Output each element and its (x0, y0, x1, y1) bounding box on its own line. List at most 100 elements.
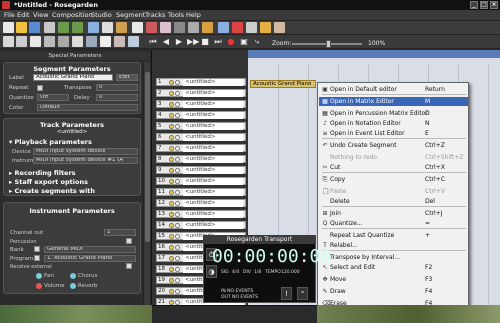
menu-item-select-and-edit[interactable]: ↖ Select and Edit F2 (319, 263, 468, 272)
track-row[interactable]: 4 <untitled> (156, 111, 246, 119)
recording-filters-section[interactable]: ▸ Recording filters (9, 169, 76, 177)
folder-tool-icon[interactable] (260, 22, 271, 33)
track-row[interactable]: 1 <untitled> (156, 78, 246, 86)
split-tool-icon[interactable] (202, 22, 213, 33)
delay-dropdown[interactable]: 0 (96, 94, 138, 101)
segment-icon[interactable] (114, 36, 125, 47)
menu-view[interactable]: View (33, 10, 48, 21)
draw-tool-icon[interactable] (146, 22, 157, 33)
track-name-label[interactable]: <untitled> (183, 101, 243, 108)
track-row[interactable]: 7 <untitled> (156, 144, 246, 152)
track-name-label[interactable]: <untitled> (183, 79, 243, 86)
segment-block[interactable]: Acoustic Grand Piano (250, 80, 316, 88)
record-led-icon[interactable] (175, 157, 180, 162)
mute-led-icon[interactable] (169, 146, 174, 151)
staff-export-section[interactable]: ▸ Staff export options (9, 178, 88, 186)
menu-item-delete[interactable]: Delete Del (319, 197, 468, 206)
track-name-label[interactable]: <untitled> (183, 200, 243, 207)
mute-led-icon[interactable] (169, 91, 174, 96)
menu-composition[interactable]: Composition (52, 10, 93, 21)
record-led-icon[interactable] (175, 102, 180, 107)
mixer-icon[interactable] (274, 22, 285, 33)
track-row[interactable]: 11 <untitled> (156, 188, 246, 196)
track-row[interactable]: 12 <untitled> (156, 199, 246, 207)
add-track-icon[interactable] (86, 36, 97, 47)
quantize-dropdown[interactable]: Off (37, 94, 69, 101)
print-icon[interactable] (44, 22, 55, 33)
mute-led-icon[interactable] (169, 190, 174, 195)
track-row[interactable]: 6 <untitled> (156, 133, 246, 141)
record-led-icon[interactable] (175, 91, 180, 96)
menu-item-open-in-event-list-editor[interactable]: ≡ Open in Event List Editor E (319, 129, 468, 138)
menu-item-transpose-by-interval[interactable]: Transpose by Interval... (319, 253, 468, 262)
menu-item-relabel[interactable]: T Relabel... (319, 241, 468, 250)
mute-led-icon[interactable] (169, 267, 174, 272)
mute-led-icon[interactable] (169, 245, 174, 250)
track-name-label[interactable]: <untitled> (183, 145, 243, 152)
mute-led-icon[interactable] (169, 201, 174, 206)
record-led-icon[interactable] (175, 80, 180, 85)
transport-expand-button[interactable]: ⌃ (297, 287, 308, 300)
record-led-icon[interactable] (175, 201, 180, 206)
track-row[interactable]: 8 <untitled> (156, 155, 246, 163)
mute-led-icon[interactable] (169, 256, 174, 261)
menu-item-draw[interactable]: ✎ Draw F4 (319, 287, 468, 296)
channel-out-dropdown[interactable]: 1 (104, 229, 136, 236)
mute-led-icon[interactable] (169, 234, 174, 239)
label-field[interactable]: Acoustic Grand Piano (33, 74, 113, 81)
track-row[interactable]: 2 <untitled> (156, 89, 246, 97)
menu-item-move[interactable]: ✥ Move F3 (319, 275, 468, 284)
zoom-slider-handle[interactable] (326, 40, 331, 48)
paste-icon[interactable] (116, 22, 127, 33)
record-led-icon[interactable] (175, 113, 180, 118)
matrix-editor-icon[interactable] (3, 36, 14, 47)
menu-tools[interactable]: Tools (168, 10, 184, 21)
menu-file[interactable]: File (4, 10, 15, 21)
record-icon[interactable]: ● (226, 37, 236, 47)
instrument-dropdown[interactable]: MIDI input system device #1 (A (33, 157, 138, 164)
mute-led-icon[interactable] (169, 179, 174, 184)
mute-led-icon[interactable] (169, 278, 174, 283)
open-file-icon[interactable] (16, 22, 27, 33)
rewind-to-start-icon[interactable]: ⏮ (148, 37, 158, 47)
close-button[interactable]: × (490, 1, 498, 9)
menu-item-copy[interactable]: ⎘ Copy Ctrl+C (319, 175, 468, 184)
transpose-dropdown[interactable]: 0 (96, 84, 138, 91)
copy-icon[interactable] (102, 22, 113, 33)
mute-led-icon[interactable] (169, 289, 174, 294)
fast-forward-icon[interactable]: ▶▶ (187, 37, 199, 47)
record-led-icon[interactable] (175, 190, 180, 195)
percussion-checkbox[interactable] (126, 238, 132, 244)
bank-dropdown[interactable]: General MIDI (44, 246, 136, 253)
transpose-icon[interactable] (100, 36, 111, 47)
record-led-icon[interactable] (175, 179, 180, 184)
loop-icon[interactable] (128, 36, 139, 47)
mute-led-icon[interactable] (169, 157, 174, 162)
stop-icon[interactable]: ■ (200, 37, 210, 47)
menu-item-nothing-to-redo[interactable]: Nothing to redo Ctrl+Shift+Z (319, 153, 468, 162)
join-tool-icon[interactable] (218, 22, 229, 33)
playback-parameters-section[interactable]: ▾ Playback parameters (9, 138, 92, 146)
grid-tool-icon[interactable] (246, 22, 257, 33)
mute-led-icon[interactable] (169, 102, 174, 107)
end-icon[interactable]: ⏭ (213, 37, 223, 47)
delete-tool-icon[interactable] (232, 22, 243, 33)
mute-led-icon[interactable] (169, 113, 174, 118)
minimize-button[interactable]: _ (470, 1, 478, 9)
redo-icon[interactable] (72, 22, 83, 33)
repeat-checkbox[interactable] (37, 85, 43, 91)
device-dropdown[interactable]: MIDI input system device (33, 148, 138, 155)
play-icon[interactable]: ▶ (174, 37, 184, 47)
track-name-label[interactable]: <untitled> (183, 178, 243, 185)
chorus-knob-icon[interactable] (70, 273, 76, 279)
track-name-label[interactable]: <untitled> (183, 167, 243, 174)
record-led-icon[interactable] (175, 256, 180, 261)
tempo-icon[interactable] (58, 36, 69, 47)
program-checkbox[interactable] (34, 255, 40, 261)
rewind-icon[interactable]: ◀ (161, 37, 171, 47)
track-row[interactable]: 5 <untitled> (156, 122, 246, 130)
cut-icon[interactable] (88, 22, 99, 33)
notation-editor-icon[interactable] (30, 36, 41, 47)
track-row[interactable]: 9 <untitled> (156, 166, 246, 174)
record-led-icon[interactable] (175, 289, 180, 294)
